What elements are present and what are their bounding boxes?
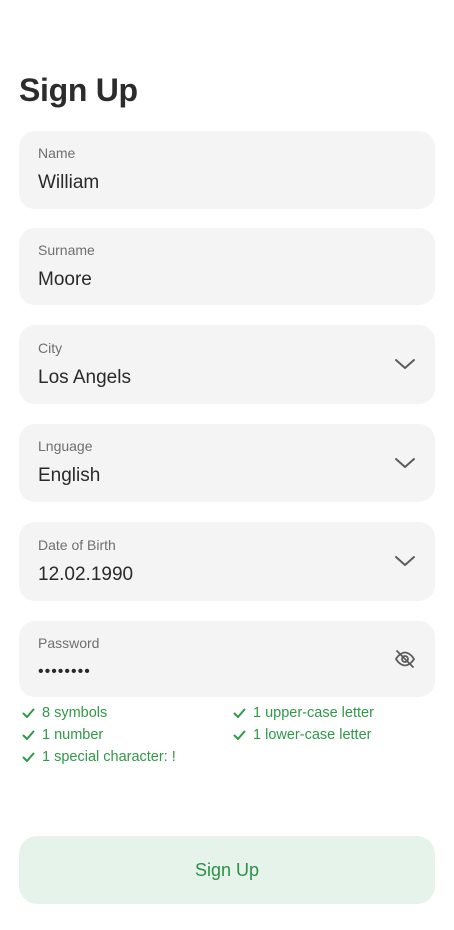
city-select-value: Los Angels	[38, 367, 131, 388]
date-of-birth-value: 12.02.1990	[38, 564, 134, 585]
eye-off-icon[interactable]	[394, 649, 416, 669]
city-select-label: City	[38, 340, 63, 356]
surname-field-value[interactable]: Moore	[38, 269, 92, 291]
surname-field-label: Surname	[38, 242, 95, 258]
check-icon	[22, 752, 35, 762]
password-field-label: Password	[38, 635, 100, 651]
requirement-item: 1 lower-case letter	[233, 727, 371, 743]
date-of-birth-label: Date of Birth	[38, 537, 116, 553]
requirement-item: 1 special character: !	[22, 749, 176, 765]
requirement-label: 1 lower-case letter	[253, 727, 372, 743]
check-icon	[233, 730, 246, 740]
check-icon	[233, 708, 246, 718]
name-field-value[interactable]: William	[38, 172, 99, 194]
password-field[interactable]: Password ••••••••	[19, 621, 435, 697]
chevron-down-icon[interactable]	[394, 357, 416, 371]
requirement-label: 1 upper-case letter	[253, 705, 374, 721]
chevron-down-icon[interactable]	[394, 456, 416, 470]
name-field[interactable]: Name William	[19, 131, 435, 209]
surname-field[interactable]: Surname Moore	[19, 228, 435, 305]
sign-up-button[interactable]: Sign Up	[19, 836, 435, 904]
password-field-value[interactable]: ••••••••	[38, 663, 91, 681]
check-icon	[22, 708, 35, 718]
date-of-birth-select[interactable]: Date of Birth 12.02.1990	[19, 522, 435, 601]
language-select-label: Lnguage	[38, 438, 93, 454]
requirements-clip: 1 special character: !	[0, 748, 454, 765]
requirement-label: 8 symbols	[42, 705, 108, 721]
requirement-item: 1 upper-case letter	[233, 705, 374, 721]
requirement-item: 8 symbols	[22, 705, 107, 721]
city-select[interactable]: City Los Angels	[19, 325, 435, 404]
name-field-label: Name	[38, 145, 76, 161]
language-select[interactable]: Lnguage English	[19, 424, 435, 502]
requirement-item: 1 number	[22, 727, 103, 743]
language-select-value: English	[38, 465, 101, 486]
check-icon	[22, 730, 35, 740]
chevron-down-icon[interactable]	[394, 554, 416, 568]
requirement-label: 1 special character: !	[42, 749, 176, 765]
page-title: Sign Up	[19, 72, 138, 108]
requirement-label: 1 number	[42, 727, 104, 743]
